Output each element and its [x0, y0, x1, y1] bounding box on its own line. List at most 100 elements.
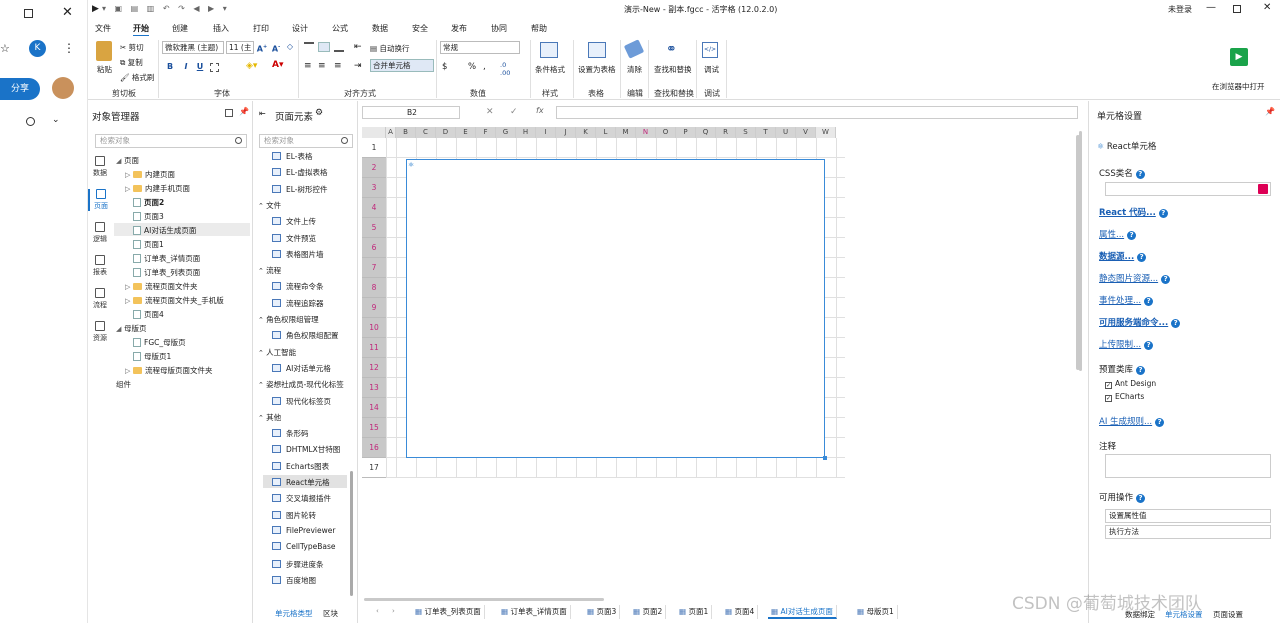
menu-data[interactable]: 数据: [372, 23, 388, 34]
column-header[interactable]: K: [576, 127, 596, 138]
eraser-icon[interactable]: [623, 39, 645, 59]
minimize-icon[interactable]: —: [1206, 2, 1216, 13]
nav-4[interactable]: 流程: [88, 288, 112, 310]
settings-link[interactable]: React 代码...?: [1099, 206, 1168, 218]
sheet-tab[interactable]: ▦ 页面1: [676, 605, 713, 619]
sheet-tab[interactable]: ▦ 母版页1: [854, 605, 898, 619]
row-header[interactable]: 12: [362, 358, 386, 378]
column-header[interactable]: J: [556, 127, 576, 138]
element-item[interactable]: EL-树形控件: [272, 184, 328, 195]
cancel-formula-icon[interactable]: ✕: [486, 107, 494, 117]
tab-scroll-right-icon[interactable]: ›: [392, 607, 395, 615]
menu-design[interactable]: 设计: [292, 23, 308, 34]
horizontal-scrollbar[interactable]: [364, 598, 604, 601]
help-icon[interactable]: ?: [1155, 418, 1165, 427]
chevron-down-icon[interactable]: ⌄: [52, 115, 60, 125]
column-header[interactable]: L: [596, 127, 616, 138]
element-list-scrollbar[interactable]: [350, 471, 353, 596]
css-class-input[interactable]: [1105, 182, 1271, 196]
collapse-up-icon[interactable]: ⌃: [258, 349, 266, 357]
element-item[interactable]: DHTMLX甘特图: [272, 444, 340, 455]
align-left-icon[interactable]: ≡: [304, 61, 312, 71]
element-item[interactable]: 表格图片墙: [272, 249, 324, 260]
more-menu-icon[interactable]: ⋮: [63, 41, 75, 55]
element-section[interactable]: ⌃ 角色权限组管理: [258, 314, 319, 325]
settings-link[interactable]: 可用服务端命令...?: [1099, 316, 1181, 328]
column-header[interactable]: R: [716, 127, 736, 138]
menu-formula[interactable]: 公式: [332, 23, 348, 34]
close-icon[interactable]: ✕: [62, 5, 73, 20]
tree-item[interactable]: 页面1: [125, 239, 164, 250]
indent-icon[interactable]: ⇤: [354, 42, 362, 52]
column-header[interactable]: T: [756, 127, 776, 138]
nav-3[interactable]: 报表: [88, 255, 112, 277]
column-header[interactable]: H: [516, 127, 536, 138]
row-header[interactable]: 4: [362, 198, 386, 218]
element-item[interactable]: AI对话单元格: [272, 363, 331, 374]
pin-icon[interactable]: 📌: [239, 107, 249, 116]
column-header[interactable]: P: [676, 127, 696, 138]
element-item[interactable]: EL-表格: [272, 151, 313, 162]
element-item[interactable]: React单元格: [272, 477, 330, 488]
row-header[interactable]: 6: [362, 238, 386, 258]
column-header[interactable]: A: [386, 127, 396, 138]
cut-button[interactable]: ✂ 剪切: [120, 42, 144, 53]
element-section[interactable]: ⌃ 流程: [258, 265, 281, 276]
function-icon[interactable]: fx: [536, 106, 544, 115]
expand-down-icon[interactable]: ◢: [116, 157, 124, 165]
fill-color-icon[interactable]: ◈▾: [246, 61, 257, 71]
element-item[interactable]: 流程追踪器: [272, 298, 324, 309]
binoculars-icon[interactable]: ⚭: [666, 42, 677, 57]
element-section[interactable]: ⌃ 其他: [258, 412, 281, 423]
settings-link[interactable]: 数据源...?: [1099, 250, 1147, 262]
element-item[interactable]: 流程命令条: [272, 281, 324, 292]
column-header[interactable]: O: [656, 127, 676, 138]
settings-link[interactable]: 上传限制...?: [1099, 338, 1154, 350]
row-header[interactable]: 17: [362, 458, 386, 478]
column-header[interactable]: M: [616, 127, 636, 138]
expand-down-icon[interactable]: ◢: [116, 325, 124, 333]
row-header[interactable]: 10: [362, 318, 386, 338]
help-icon[interactable]: ?: [1127, 231, 1137, 240]
maximize-icon[interactable]: [1233, 5, 1241, 13]
sheet-tab[interactable]: ▦ 订单表_列表页面: [412, 605, 485, 619]
share-button[interactable]: 分享: [0, 78, 40, 100]
element-item[interactable]: 条形码: [272, 428, 309, 439]
paste-button[interactable]: 粘贴: [97, 64, 112, 75]
row-header[interactable]: 14: [362, 398, 386, 418]
settings-link[interactable]: 属性...?: [1099, 228, 1137, 240]
collapse-icon[interactable]: [225, 109, 233, 117]
decimal-increase-icon[interactable]: .0.00: [500, 61, 510, 77]
align-right-icon[interactable]: ≡: [334, 61, 342, 71]
op-exec-method[interactable]: 执行方法: [1105, 525, 1271, 539]
element-search-input[interactable]: 检索对象: [259, 134, 353, 148]
set-table-button[interactable]: 设置为表格: [578, 64, 616, 75]
settings-link[interactable]: 事件处理...?: [1099, 294, 1154, 306]
column-header[interactable]: W: [816, 127, 836, 138]
tree-item[interactable]: 页面2: [125, 197, 164, 208]
border-icon[interactable]: [210, 63, 219, 72]
help-icon[interactable]: ?: [1161, 275, 1171, 284]
collapse-up-icon[interactable]: ⌃: [258, 316, 266, 324]
row-header[interactable]: 13: [362, 378, 386, 398]
search-icon[interactable]: [341, 137, 348, 144]
column-header[interactable]: F: [476, 127, 496, 138]
column-header[interactable]: E: [456, 127, 476, 138]
debug-icon[interactable]: </>: [702, 42, 718, 58]
debug-button[interactable]: 调试: [704, 64, 719, 75]
help-icon[interactable]: ?: [1137, 253, 1147, 262]
expand-right-icon[interactable]: ▷: [125, 283, 133, 291]
run-in-browser-icon[interactable]: ▶: [1230, 48, 1248, 66]
tree-item[interactable]: ▷ 流程母版页面文件夹: [125, 365, 213, 376]
row-header[interactable]: 2: [362, 158, 386, 178]
comma-button[interactable]: ,: [483, 62, 486, 72]
currency-button[interactable]: $: [442, 62, 447, 72]
align-bottom-icon[interactable]: [334, 42, 344, 52]
element-item[interactable]: 图片轮转: [272, 510, 316, 521]
confirm-formula-icon[interactable]: ✓: [510, 107, 518, 117]
wrap-text-button[interactable]: ▤ 自动换行: [370, 43, 409, 54]
tree-item[interactable]: FGC_母版页: [125, 337, 186, 348]
row-header[interactable]: 5: [362, 218, 386, 238]
number-format-select[interactable]: 常规: [440, 41, 520, 54]
collapse-up-icon[interactable]: ⌃: [258, 414, 266, 422]
